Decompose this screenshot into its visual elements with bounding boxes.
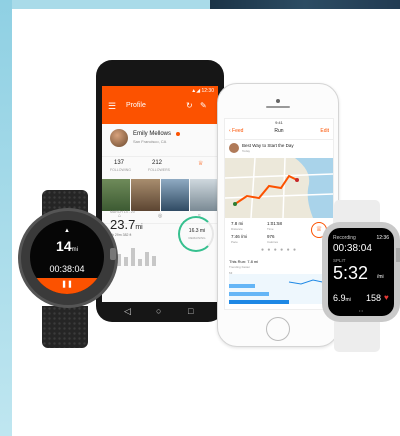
goal-remaining-label: REMAINING [188, 236, 206, 240]
followers-count[interactable]: 212 [152, 160, 162, 166]
app-bar: ▲◢ 12:30 ☰ Profile ↻ ✎ [102, 86, 218, 124]
page-dots: • • [359, 308, 363, 313]
following-label: FOLLOWING [110, 168, 132, 172]
watch-distance: 14mi [56, 238, 78, 254]
page-title: Profile [126, 102, 146, 109]
bike-icon[interactable]: ◎ [158, 213, 162, 219]
goal-remaining-value: 16.3 mi [188, 228, 206, 234]
splits-graphic [229, 279, 328, 304]
iphone: 9:41 ‹ Feed Run Edit Best Way to Start t… [217, 83, 339, 347]
stat-pace-label: Pace [231, 240, 238, 244]
weekly-bar-chart [110, 244, 170, 266]
split-pace: 5:32 [333, 263, 369, 283]
avatar[interactable] [229, 143, 239, 153]
stat-time: 1:01:58 [267, 221, 283, 226]
apple-watch-screen: Recording 12:36 00:38:04 SPLIT 5:32 /mi … [328, 228, 394, 316]
stat-time-label: Time [267, 227, 274, 231]
apple-watch-band-bottom [334, 318, 380, 352]
profile-header: Emily Mellows San Francisco, CA [102, 124, 218, 156]
route-map[interactable] [225, 158, 333, 218]
profile-name: Emily Mellows [133, 131, 172, 137]
android-phone: ▲◢ 12:30 ☰ Profile ↻ ✎ Emily Mellows San… [96, 60, 224, 322]
week-bar [131, 248, 135, 266]
pause-icon[interactable]: ❚❚ [30, 280, 104, 288]
android-nav-bar: ◁ ○ □ [102, 302, 218, 322]
activity-date: Today [242, 149, 251, 153]
recents-icon[interactable]: □ [188, 306, 193, 316]
page-title: Run [274, 128, 284, 134]
navigation-arrow-icon: ▲ [64, 228, 70, 234]
back-icon[interactable]: ◁ [124, 306, 131, 317]
heart-icon: ♥ [384, 293, 389, 302]
activity-title: Best Way to Start the Day [242, 143, 294, 148]
activity-header: Best Way to Start the Day Today [225, 140, 333, 158]
stat-calories: 976 [267, 234, 275, 239]
distance: 6.9mi [333, 293, 351, 303]
run-summary-sub: Trending Faster [229, 265, 251, 269]
profile-location: San Francisco, CA [133, 139, 167, 144]
iphone-screen: 9:41 ‹ Feed Run Edit Best Way to Start t… [224, 118, 334, 310]
edit-button[interactable]: Edit [320, 128, 329, 134]
camera-icon [276, 99, 280, 103]
photo-thumbnail[interactable] [189, 179, 218, 211]
status-bar: 9:41 [275, 120, 283, 125]
background-photo-strip [210, 0, 400, 9]
avatar[interactable] [110, 129, 128, 147]
week-bar [124, 257, 128, 266]
followers-label: FOLLOWERS [148, 168, 170, 172]
weekly-distance: 23.7mi [110, 217, 143, 232]
run-summary-title: This Run: 7.8 mi [229, 259, 259, 264]
smartwatch-face: ▲ 14mi 00:38:04 ❚❚ [30, 220, 104, 294]
photo-thumbnail[interactable] [160, 179, 189, 211]
menu-icon[interactable]: ☰ [108, 101, 116, 112]
splits-label: MI [229, 271, 233, 275]
watch-band-bottom [42, 306, 88, 348]
split-unit: /mi [377, 274, 384, 280]
recording-label: Recording [333, 235, 356, 241]
stat-distance: 7.8 mi [231, 221, 244, 226]
digital-crown[interactable] [396, 248, 400, 262]
photo-strip [102, 179, 218, 211]
refresh-icon[interactable]: ↻ [186, 101, 193, 110]
stat-calories-label: Calories [267, 240, 279, 244]
nav-bar: 9:41 ‹ Feed Run Edit [225, 119, 333, 140]
watch-crown[interactable] [110, 248, 116, 260]
watch-elapsed-time: 00:38:04 [49, 264, 85, 274]
clock: 12:36 [376, 235, 389, 241]
week-bar [152, 256, 156, 266]
week-bar [145, 252, 149, 266]
edit-icon[interactable]: ✎ [200, 101, 207, 110]
stat-distance-label: Distance [231, 227, 243, 231]
trophy-icon[interactable]: ♕ [198, 160, 203, 167]
elapsed-time: 00:38:04 [333, 243, 372, 254]
android-screen: ▲◢ 12:30 ☰ Profile ↻ ✎ Emily Mellows San… [102, 86, 218, 302]
goal-ring [178, 216, 214, 252]
photo-thumbnail[interactable] [131, 179, 160, 211]
heart-rate: 158 [366, 293, 382, 303]
home-button[interactable] [266, 317, 290, 341]
status-bar: ▲◢ 12:30 [191, 88, 214, 94]
activity-stats: 7.8 mi Distance 1:01:58 Time 7:46 /mi Pa… [225, 218, 333, 248]
home-icon[interactable]: ○ [156, 306, 161, 316]
week-range: MARCH 14 - 20 [110, 210, 135, 214]
badge-icon [176, 132, 180, 136]
following-count[interactable]: 137 [114, 160, 124, 166]
splits-chart [229, 274, 329, 304]
week-bar [138, 259, 142, 266]
page-dots: ● ● ● ● ● ● [260, 247, 298, 253]
speaker-grille [266, 106, 290, 108]
map-graphic [225, 158, 333, 218]
follow-stats: 137 FOLLOWING 212 FOLLOWERS ♕ [102, 156, 218, 179]
photo-thumbnail[interactable] [102, 179, 131, 211]
background-left-edge [0, 0, 12, 436]
stat-pace: 7:46 /mi [231, 234, 248, 239]
